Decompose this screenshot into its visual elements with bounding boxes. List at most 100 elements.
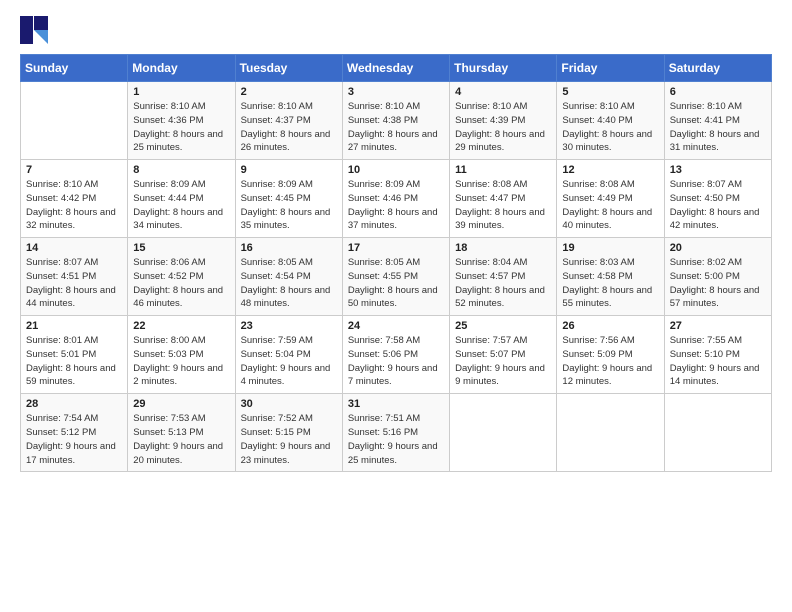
day-info: Sunrise: 7:54 AMSunset: 5:12 PMDaylight:…: [26, 412, 122, 467]
day-info: Sunrise: 7:51 AMSunset: 5:16 PMDaylight:…: [348, 412, 444, 467]
calendar-cell: 27 Sunrise: 7:55 AMSunset: 5:10 PMDaylig…: [664, 316, 771, 394]
weekday-header-wednesday: Wednesday: [342, 55, 449, 82]
day-info: Sunrise: 8:09 AMSunset: 4:44 PMDaylight:…: [133, 178, 229, 233]
day-number: 6: [670, 86, 766, 98]
calendar-cell: 13 Sunrise: 8:07 AMSunset: 4:50 PMDaylig…: [664, 160, 771, 238]
day-number: 16: [241, 242, 337, 254]
calendar-cell: 15 Sunrise: 8:06 AMSunset: 4:52 PMDaylig…: [128, 238, 235, 316]
calendar-cell: 18 Sunrise: 8:04 AMSunset: 4:57 PMDaylig…: [450, 238, 557, 316]
calendar-cell: 7 Sunrise: 8:10 AMSunset: 4:42 PMDayligh…: [21, 160, 128, 238]
day-number: 23: [241, 320, 337, 332]
day-info: Sunrise: 8:01 AMSunset: 5:01 PMDaylight:…: [26, 334, 122, 389]
day-info: Sunrise: 7:56 AMSunset: 5:09 PMDaylight:…: [562, 334, 658, 389]
calendar-cell: 2 Sunrise: 8:10 AMSunset: 4:37 PMDayligh…: [235, 82, 342, 160]
calendar-cell: 11 Sunrise: 8:08 AMSunset: 4:47 PMDaylig…: [450, 160, 557, 238]
weekday-header-row: SundayMondayTuesdayWednesdayThursdayFrid…: [21, 55, 772, 82]
day-info: Sunrise: 8:10 AMSunset: 4:40 PMDaylight:…: [562, 100, 658, 155]
day-number: 20: [670, 242, 766, 254]
day-number: 30: [241, 398, 337, 410]
day-info: Sunrise: 7:55 AMSunset: 5:10 PMDaylight:…: [670, 334, 766, 389]
calendar-cell: 12 Sunrise: 8:08 AMSunset: 4:49 PMDaylig…: [557, 160, 664, 238]
calendar-week-5: 28 Sunrise: 7:54 AMSunset: 5:12 PMDaylig…: [21, 394, 772, 472]
calendar-week-1: 1 Sunrise: 8:10 AMSunset: 4:36 PMDayligh…: [21, 82, 772, 160]
calendar-cell: 19 Sunrise: 8:03 AMSunset: 4:58 PMDaylig…: [557, 238, 664, 316]
day-number: 1: [133, 86, 229, 98]
day-info: Sunrise: 8:10 AMSunset: 4:38 PMDaylight:…: [348, 100, 444, 155]
day-number: 2: [241, 86, 337, 98]
calendar-cell: [450, 394, 557, 472]
calendar-cell: 25 Sunrise: 7:57 AMSunset: 5:07 PMDaylig…: [450, 316, 557, 394]
weekday-header-tuesday: Tuesday: [235, 55, 342, 82]
calendar-cell: 4 Sunrise: 8:10 AMSunset: 4:39 PMDayligh…: [450, 82, 557, 160]
day-number: 26: [562, 320, 658, 332]
calendar-cell: 9 Sunrise: 8:09 AMSunset: 4:45 PMDayligh…: [235, 160, 342, 238]
day-info: Sunrise: 8:06 AMSunset: 4:52 PMDaylight:…: [133, 256, 229, 311]
calendar-cell: 28 Sunrise: 7:54 AMSunset: 5:12 PMDaylig…: [21, 394, 128, 472]
calendar-week-2: 7 Sunrise: 8:10 AMSunset: 4:42 PMDayligh…: [21, 160, 772, 238]
day-info: Sunrise: 8:03 AMSunset: 4:58 PMDaylight:…: [562, 256, 658, 311]
calendar-cell: 3 Sunrise: 8:10 AMSunset: 4:38 PMDayligh…: [342, 82, 449, 160]
day-info: Sunrise: 8:00 AMSunset: 5:03 PMDaylight:…: [133, 334, 229, 389]
weekday-header-monday: Monday: [128, 55, 235, 82]
day-info: Sunrise: 8:09 AMSunset: 4:46 PMDaylight:…: [348, 178, 444, 233]
day-number: 4: [455, 86, 551, 98]
day-info: Sunrise: 8:07 AMSunset: 4:51 PMDaylight:…: [26, 256, 122, 311]
calendar-header: SundayMondayTuesdayWednesdayThursdayFrid…: [21, 55, 772, 82]
day-info: Sunrise: 8:04 AMSunset: 4:57 PMDaylight:…: [455, 256, 551, 311]
day-number: 9: [241, 164, 337, 176]
calendar-cell: 10 Sunrise: 8:09 AMSunset: 4:46 PMDaylig…: [342, 160, 449, 238]
logo: [20, 16, 50, 44]
calendar-cell: 31 Sunrise: 7:51 AMSunset: 5:16 PMDaylig…: [342, 394, 449, 472]
calendar-cell: 24 Sunrise: 7:58 AMSunset: 5:06 PMDaylig…: [342, 316, 449, 394]
calendar-cell: 8 Sunrise: 8:09 AMSunset: 4:44 PMDayligh…: [128, 160, 235, 238]
day-number: 5: [562, 86, 658, 98]
day-number: 13: [670, 164, 766, 176]
day-info: Sunrise: 8:10 AMSunset: 4:41 PMDaylight:…: [670, 100, 766, 155]
day-info: Sunrise: 7:59 AMSunset: 5:04 PMDaylight:…: [241, 334, 337, 389]
calendar-cell: 26 Sunrise: 7:56 AMSunset: 5:09 PMDaylig…: [557, 316, 664, 394]
day-number: 29: [133, 398, 229, 410]
weekday-header-friday: Friday: [557, 55, 664, 82]
day-number: 7: [26, 164, 122, 176]
logo-icon: [20, 16, 48, 44]
day-number: 3: [348, 86, 444, 98]
calendar-cell: 29 Sunrise: 7:53 AMSunset: 5:13 PMDaylig…: [128, 394, 235, 472]
day-number: 19: [562, 242, 658, 254]
day-number: 31: [348, 398, 444, 410]
day-info: Sunrise: 8:10 AMSunset: 4:36 PMDaylight:…: [133, 100, 229, 155]
day-info: Sunrise: 8:08 AMSunset: 4:49 PMDaylight:…: [562, 178, 658, 233]
calendar-cell: 22 Sunrise: 8:00 AMSunset: 5:03 PMDaylig…: [128, 316, 235, 394]
day-info: Sunrise: 8:07 AMSunset: 4:50 PMDaylight:…: [670, 178, 766, 233]
day-info: Sunrise: 7:57 AMSunset: 5:07 PMDaylight:…: [455, 334, 551, 389]
day-info: Sunrise: 8:10 AMSunset: 4:39 PMDaylight:…: [455, 100, 551, 155]
calendar-week-3: 14 Sunrise: 8:07 AMSunset: 4:51 PMDaylig…: [21, 238, 772, 316]
day-info: Sunrise: 8:10 AMSunset: 4:37 PMDaylight:…: [241, 100, 337, 155]
calendar-cell: 23 Sunrise: 7:59 AMSunset: 5:04 PMDaylig…: [235, 316, 342, 394]
day-number: 17: [348, 242, 444, 254]
day-number: 8: [133, 164, 229, 176]
day-number: 28: [26, 398, 122, 410]
calendar-cell: [21, 82, 128, 160]
calendar-cell: 5 Sunrise: 8:10 AMSunset: 4:40 PMDayligh…: [557, 82, 664, 160]
calendar-cell: 14 Sunrise: 8:07 AMSunset: 4:51 PMDaylig…: [21, 238, 128, 316]
day-number: 15: [133, 242, 229, 254]
weekday-header-sunday: Sunday: [21, 55, 128, 82]
day-number: 11: [455, 164, 551, 176]
day-number: 21: [26, 320, 122, 332]
day-info: Sunrise: 8:10 AMSunset: 4:42 PMDaylight:…: [26, 178, 122, 233]
page-container: SundayMondayTuesdayWednesdayThursdayFrid…: [0, 0, 792, 482]
calendar-body: 1 Sunrise: 8:10 AMSunset: 4:36 PMDayligh…: [21, 82, 772, 472]
day-info: Sunrise: 7:58 AMSunset: 5:06 PMDaylight:…: [348, 334, 444, 389]
day-info: Sunrise: 8:05 AMSunset: 4:55 PMDaylight:…: [348, 256, 444, 311]
day-info: Sunrise: 8:09 AMSunset: 4:45 PMDaylight:…: [241, 178, 337, 233]
day-info: Sunrise: 7:53 AMSunset: 5:13 PMDaylight:…: [133, 412, 229, 467]
calendar-cell: [664, 394, 771, 472]
calendar-cell: 17 Sunrise: 8:05 AMSunset: 4:55 PMDaylig…: [342, 238, 449, 316]
day-number: 18: [455, 242, 551, 254]
calendar-cell: 6 Sunrise: 8:10 AMSunset: 4:41 PMDayligh…: [664, 82, 771, 160]
calendar-cell: 20 Sunrise: 8:02 AMSunset: 5:00 PMDaylig…: [664, 238, 771, 316]
day-info: Sunrise: 7:52 AMSunset: 5:15 PMDaylight:…: [241, 412, 337, 467]
day-number: 22: [133, 320, 229, 332]
day-number: 10: [348, 164, 444, 176]
day-number: 27: [670, 320, 766, 332]
